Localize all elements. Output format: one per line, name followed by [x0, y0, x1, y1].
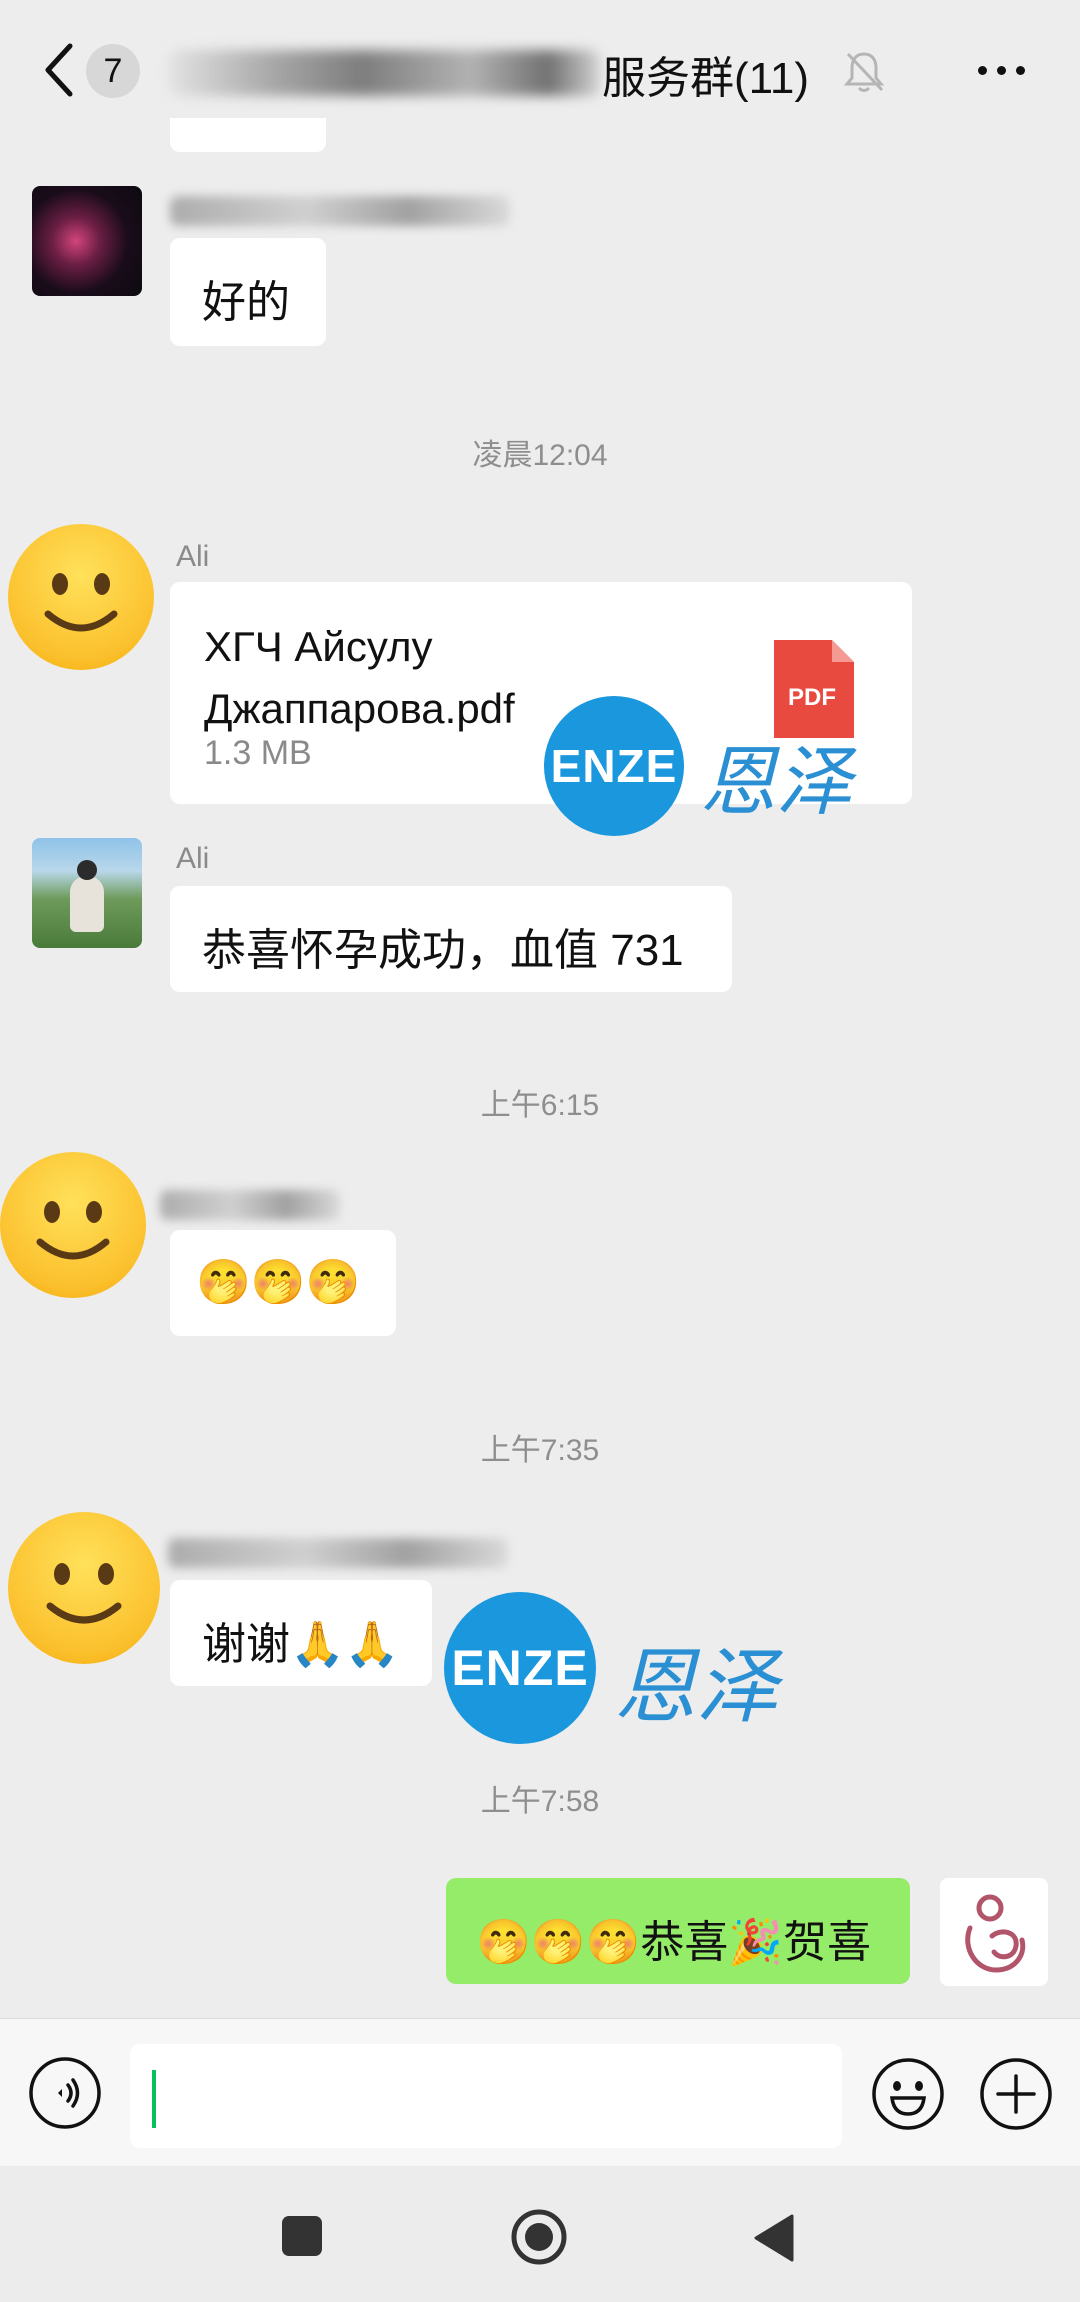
file-name: ХГЧ Айсулу Джаппарова.pdf — [204, 623, 515, 732]
redacted-sender-name — [170, 196, 510, 226]
voice-input-icon[interactable] — [28, 2056, 102, 2130]
sender-name: Ali — [176, 842, 210, 875]
add-plus-icon[interactable] — [978, 2056, 1054, 2132]
message-bubble[interactable]: 好的 — [170, 238, 326, 346]
message-text: 🤭🤭🤭恭喜🎉贺喜 — [476, 1918, 872, 1967]
emoji-avatar[interactable] — [8, 1512, 160, 1664]
message-bubble[interactable]: 🤭🤭🤭 — [170, 1230, 396, 1336]
sender-name: Ali — [176, 540, 210, 573]
more-icon[interactable] — [978, 66, 1035, 75]
chevron-left-icon[interactable] — [40, 40, 80, 100]
text-cursor — [152, 2070, 156, 2128]
message-text: 谢谢🙏🙏 — [202, 1620, 400, 1669]
recent-apps-button[interactable] — [282, 2216, 322, 2256]
my-message-bubble[interactable]: 🤭🤭🤭恭喜🎉贺喜 — [446, 1878, 910, 1984]
message-input[interactable] — [130, 2044, 842, 2148]
enze-watermark-text: 恩泽 — [700, 737, 852, 826]
timestamp: 上午7:58 — [480, 1785, 600, 1818]
chat-header: 7 服务群(11) — [0, 0, 1080, 136]
sender-avatar[interactable] — [32, 186, 142, 296]
enze-watermark-logo: ENZE — [544, 696, 684, 836]
enze-watermark-text: 恩泽 — [614, 1640, 778, 1735]
back-button[interactable] — [752, 2214, 796, 2262]
timestamp: 上午7:35 — [480, 1434, 600, 1467]
redacted-sender-name — [168, 1538, 508, 1568]
redacted-sender-name — [160, 1190, 340, 1220]
timestamp: 上午6:15 — [480, 1089, 600, 1122]
enze-watermark-logo: ENZE — [444, 1592, 596, 1744]
message-text: 🤭🤭🤭 — [196, 1258, 361, 1307]
my-avatar[interactable] — [940, 1878, 1048, 1986]
sender-avatar[interactable] — [32, 838, 142, 948]
message-text: 好的 — [202, 278, 290, 327]
chat-title: 服务群(11) — [602, 54, 809, 103]
file-size: 1.3 MB — [204, 734, 312, 772]
bell-muted-icon — [843, 52, 885, 92]
unread-count-badge[interactable]: 7 — [86, 44, 140, 98]
message-bubble[interactable]: 谢谢🙏🙏 — [170, 1580, 432, 1686]
message-bubble-partial — [170, 118, 326, 152]
home-button[interactable] — [510, 2208, 568, 2266]
timestamp: 凌晨12:04 — [472, 439, 608, 472]
emoji-icon[interactable] — [870, 2056, 946, 2132]
message-bubble[interactable]: 恭喜怀孕成功，血值 731 — [170, 886, 732, 992]
emoji-avatar[interactable] — [8, 524, 154, 670]
emoji-avatar[interactable] — [0, 1152, 146, 1298]
avatar-person — [70, 876, 104, 932]
redacted-group-name — [168, 50, 600, 96]
message-text: 恭喜怀孕成功，血值 731 — [202, 926, 684, 975]
avatar-person-head — [77, 860, 97, 880]
